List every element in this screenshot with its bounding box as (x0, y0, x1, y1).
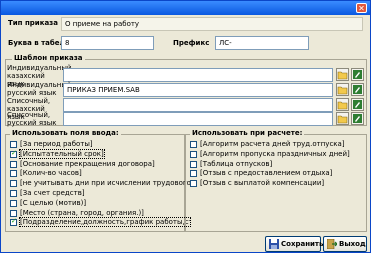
close-button[interactable]: ✕ (356, 3, 367, 13)
open-template-button[interactable] (336, 112, 349, 125)
checkbox[interactable] (190, 180, 197, 188)
checkbox[interactable] (190, 160, 197, 168)
checkbox-label: [Алгоритм пропуска праздничных дней] (200, 149, 350, 158)
checkbox[interactable] (190, 170, 197, 178)
title-bar[interactable]: ✕ (1, 1, 370, 15)
edit-template-button[interactable] (351, 68, 364, 81)
template-field-list-kz[interactable] (63, 98, 333, 112)
open-template-button[interactable] (336, 68, 349, 81)
checkbox-label: [не учитывать дни при исчислении трудово… (20, 179, 190, 188)
checkbox[interactable] (10, 209, 17, 217)
exit-icon (327, 239, 337, 249)
edit-template-button[interactable] (351, 83, 364, 96)
checkbox[interactable] (10, 160, 17, 168)
folder-icon (337, 86, 348, 95)
save-icon (269, 239, 279, 249)
template-field-ind-ru[interactable]: ПРИКАЗ ПРИЕМ.SAB (63, 83, 333, 97)
template-label: Списочный, русский язык (7, 111, 57, 127)
edit-template-button[interactable] (351, 98, 364, 111)
checkbox[interactable]: ✓ (10, 217, 17, 227)
checkbox[interactable] (190, 141, 197, 148)
checkbox-label: [За счет средств] (20, 189, 85, 197)
check-icon: ✓ (11, 148, 17, 157)
checkbox-label: [С целью (мотив)] (20, 198, 87, 207)
checkbox[interactable] (10, 141, 17, 148)
template-group-title: Шаблон приказа (12, 54, 85, 62)
order-type-field: О приеме на работу (61, 17, 363, 31)
calc-title: Использовать при расчете: (190, 129, 305, 137)
checkbox[interactable] (10, 190, 17, 197)
checkbox-label: [Отзыв с предоставлением отдыха] (200, 169, 333, 178)
checkbox-label: [Подразделение,должность,график работы,с… (19, 217, 191, 228)
exit-button-label: Выход (339, 240, 366, 248)
save-button[interactable]: Сохранить (265, 236, 324, 252)
exit-button[interactable]: Выход (323, 236, 367, 252)
checkbox[interactable] (190, 150, 197, 158)
checkbox-label: [Алгоритм расчета дней труд.отпуска] (200, 140, 345, 148)
checkbox-label: [За период работы] (20, 140, 93, 148)
folder-icon (337, 71, 348, 80)
template-field-list-ru[interactable] (63, 112, 333, 126)
checkbox[interactable] (10, 180, 17, 188)
template-field-ind-kz[interactable] (63, 68, 333, 82)
dialog-window: ✕ Тип приказа О приеме на работу Буква в… (0, 0, 371, 253)
edit-icon (353, 70, 362, 79)
checkbox-label: [Таблица отпусков] (200, 159, 273, 168)
checkbox-label: [Колич-во часов] (20, 169, 82, 178)
open-template-button[interactable] (336, 83, 349, 96)
template-label: Индивидуальный, русский язык (7, 81, 74, 97)
checkbox[interactable] (10, 199, 17, 207)
checkbox-label: [Отзыв с выплатой компенсации] (200, 179, 325, 188)
close-icon: ✕ (358, 4, 365, 13)
edit-template-button[interactable] (351, 112, 364, 125)
checkbox-label: [Испытательный срок] (19, 148, 105, 159)
letter-field[interactable]: 8 (61, 36, 154, 50)
edit-icon (353, 85, 362, 94)
order-type-label: Тип приказа (8, 19, 58, 27)
folder-icon (337, 101, 348, 110)
edit-icon (353, 100, 362, 109)
checkbox[interactable] (10, 170, 17, 178)
checkbox-label: [Место (страна, город, органия.)] (20, 208, 144, 217)
prefix-label: Префикс (173, 39, 210, 47)
open-template-button[interactable] (336, 98, 349, 111)
checkbox[interactable]: ✓ (10, 148, 17, 158)
check-icon: ✓ (11, 217, 17, 226)
input-fields-title: Использовать поля ввода: (10, 129, 121, 137)
folder-icon (337, 115, 348, 124)
checkbox-label: [Основание прекращения договора] (20, 159, 155, 168)
prefix-field[interactable]: ЛС- (215, 36, 309, 50)
edit-icon (353, 114, 362, 123)
save-button-label: Сохранить (281, 240, 324, 248)
